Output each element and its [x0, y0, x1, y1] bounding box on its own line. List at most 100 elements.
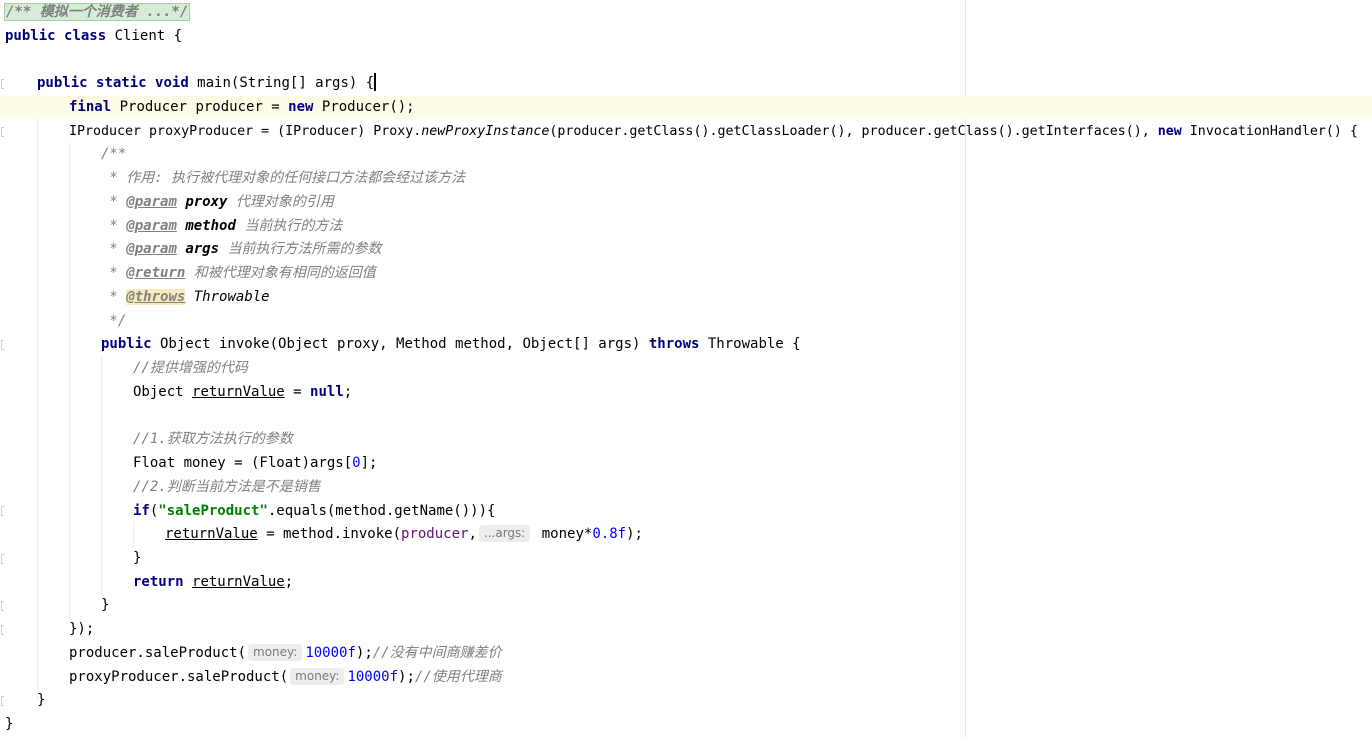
keyword: public [37, 75, 88, 91]
doc-comment: * [101, 289, 127, 305]
code-line[interactable]: proxyProducer.saleProduct(money: 10000f);… [0, 666, 1372, 689]
javadoc-param-name: method [185, 218, 236, 234]
code-text: } [5, 716, 14, 732]
code-line[interactable]: * @param method 当前执行的方法 [0, 215, 1372, 238]
code-line[interactable]: } [0, 547, 1372, 570]
code-line[interactable]: * @return 和被代理对象有相同的返回值 [0, 262, 1372, 285]
number-literal: 0 [352, 455, 361, 471]
code-line[interactable]: } [0, 594, 1372, 617]
doc-comment: /** [101, 146, 127, 162]
code-text: Object invoke(Object proxy, Method metho… [151, 336, 649, 352]
code-line[interactable]: * @throws Throwable [0, 286, 1372, 309]
string-literal: "saleProduct" [158, 503, 268, 519]
code-editor[interactable]: /** 模拟一个消费者 ...*/ public class Client { … [0, 0, 1372, 737]
code-line[interactable]: if("saleProduct".equals(method.getName()… [0, 500, 1372, 523]
number-literal: 10000f [305, 645, 356, 661]
javadoc-param-name: proxy [185, 194, 228, 210]
field-reference: producer [401, 526, 469, 542]
code-line[interactable]: IProducer proxyProducer = (IProducer) Pr… [0, 120, 1372, 143]
doc-comment: 当前执行的方法 [235, 218, 343, 234]
code-line[interactable]: } [0, 689, 1372, 712]
code-text: Client { [106, 28, 183, 44]
javadoc-param-name: args [185, 241, 220, 257]
doc-comment: */ [101, 313, 127, 329]
code-text: } [37, 692, 46, 708]
code-line[interactable]: //2.判断当前方法是不是销售 [0, 476, 1372, 499]
line-comment: //1.获取方法执行的参数 [133, 431, 293, 447]
keyword: new [288, 99, 314, 115]
doc-comment: * [101, 241, 127, 257]
keyword: new [1157, 124, 1182, 139]
parameter-hint: money: [248, 644, 303, 661]
code-line[interactable]: } [0, 713, 1372, 736]
folded-doc-comment[interactable]: /** 模拟一个消费者 ...*/ [3, 3, 191, 21]
code-line[interactable]: public Object invoke(Object proxy, Metho… [0, 333, 1372, 356]
code-line[interactable]: returnValue = method.invoke(producer,...… [0, 523, 1372, 546]
line-comment: //使用代理商 [414, 669, 502, 685]
javadoc-tag: @param [126, 218, 177, 234]
keyword: throws [648, 336, 700, 352]
text-caret [374, 73, 377, 91]
code-line[interactable]: Object returnValue = null; [0, 381, 1372, 404]
parameter-hint: money: [290, 668, 345, 685]
line-comment: //提供增强的代码 [133, 360, 248, 376]
code-text: money* [533, 526, 593, 542]
code-text: ; [284, 574, 294, 590]
variable: returnValue [192, 384, 285, 400]
code-text: Producer producer = [111, 99, 289, 115]
variable: returnValue [165, 526, 258, 542]
current-code-line[interactable]: final Producer producer = new Producer()… [0, 96, 1372, 119]
code-line[interactable]: return returnValue; [0, 571, 1372, 594]
code-line[interactable]: * 作用: 执行被代理对象的任何接口方法都会经过该方法 [0, 167, 1372, 190]
code-line[interactable]: //提供增强的代码 [0, 357, 1372, 380]
code-text: = method.invoke( [257, 526, 402, 542]
code-line[interactable]: /** 模拟一个消费者 ...*/ [0, 1, 1372, 24]
code-text: InvocationHandler() { [1181, 124, 1358, 139]
code-text: (producer.getClass().getClassLoader(), p… [549, 124, 1158, 139]
line-comment: //2.判断当前方法是不是销售 [133, 479, 321, 495]
static-method-call: newProxyInstance [421, 124, 550, 139]
line-comment: //没有中间商赚差价 [372, 645, 502, 661]
code-text: producer.saleProduct( [69, 645, 247, 661]
code-line[interactable]: Float money = (Float)args[0]; [0, 452, 1372, 475]
code-text: Producer(); [313, 99, 415, 115]
keyword: null [310, 384, 344, 400]
keyword: static [96, 75, 147, 91]
code-line[interactable]: * @param proxy 代理对象的引用 [0, 191, 1372, 214]
code-line[interactable]: */ [0, 310, 1372, 333]
keyword: final [69, 99, 112, 115]
code-text: ]; [360, 455, 378, 471]
code-line[interactable]: public static void main(String[] args) { [0, 72, 1372, 95]
code-text: , [468, 526, 477, 542]
code-text: Object [133, 384, 193, 400]
javadoc-tag: @param [126, 241, 177, 257]
code-line[interactable]: * @param args 当前执行方法所需的参数 [0, 238, 1372, 261]
doc-comment: * [101, 194, 127, 210]
doc-comment: Throwable [185, 289, 270, 305]
number-literal: 0.8f [592, 526, 627, 542]
doc-comment: 和被代理对象有相同的返回值 [185, 265, 376, 281]
code-line[interactable]: /** [0, 143, 1372, 166]
doc-comment: 当前执行方法所需的参数 [219, 241, 382, 257]
code-text: }); [69, 621, 95, 637]
doc-comment: * [101, 218, 127, 234]
javadoc-tag: @return [126, 265, 186, 281]
code-line[interactable]: producer.saleProduct(money: 10000f);//没有中… [0, 642, 1372, 665]
keyword: public [5, 28, 56, 44]
keyword: return [133, 574, 184, 590]
code-text: IProducer proxyProducer = (IProducer) Pr… [69, 124, 422, 139]
code-line[interactable]: public class Client { [0, 25, 1372, 48]
code-text: .equals(method.getName())){ [267, 503, 496, 519]
code-text: ; [343, 384, 353, 400]
code-text: } [133, 550, 142, 566]
keyword: if [133, 503, 150, 519]
parameter-hint: ...args: [478, 525, 531, 542]
code-line[interactable]: //1.获取方法执行的参数 [0, 428, 1372, 451]
keyword: public [101, 336, 152, 352]
code-line[interactable]: }); [0, 618, 1372, 641]
code-text: Throwable { [699, 336, 801, 352]
javadoc-tag: @param [126, 194, 177, 210]
keyword: void [155, 75, 189, 91]
keyword: class [64, 28, 107, 44]
